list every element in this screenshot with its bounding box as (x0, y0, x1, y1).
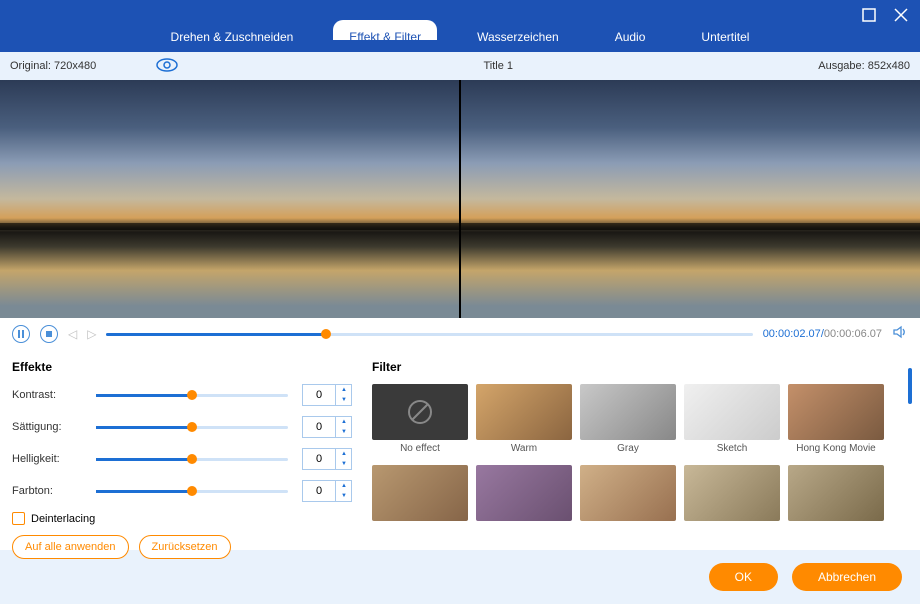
progress-knob[interactable] (321, 329, 331, 339)
filter-item[interactable] (684, 465, 780, 538)
playback-bar: ◁ ▷ 00:00:02.07/00:00:06.07 (0, 318, 920, 350)
lower-panel: Effekte Kontrast: ▲▼ Sättigung: ▲▼ Helli… (0, 350, 920, 550)
tab-watermark[interactable]: Wasserzeichen (461, 20, 575, 40)
hue-slider[interactable] (96, 490, 288, 493)
saturation-slider[interactable] (96, 426, 288, 429)
deinterlacing-checkbox[interactable] (12, 512, 25, 525)
brightness-slider[interactable] (96, 458, 288, 461)
tab-audio[interactable]: Audio (599, 20, 662, 40)
contrast-slider[interactable] (96, 394, 288, 397)
tab-rotate-crop[interactable]: Drehen & Zuschneiden (155, 20, 310, 40)
spinner-down-icon[interactable]: ▼ (336, 427, 352, 437)
effects-panel: Effekte Kontrast: ▲▼ Sättigung: ▲▼ Helli… (12, 360, 352, 540)
info-bar: Original: 720x480 Title 1 Ausgabe: 852x4… (0, 52, 920, 80)
stop-button[interactable] (40, 325, 58, 343)
spinner-up-icon[interactable]: ▲ (336, 481, 352, 491)
progress-fill (106, 333, 326, 336)
ok-button[interactable]: OK (709, 563, 778, 591)
apply-all-button[interactable]: Auf alle anwenden (12, 535, 129, 559)
preview-output (461, 80, 920, 318)
titlebar (0, 0, 920, 52)
spinner-down-icon[interactable]: ▼ (336, 459, 352, 469)
tab-effect-filter[interactable]: Effekt & Filter (333, 20, 437, 40)
filter-item[interactable] (476, 465, 572, 538)
video-title: Title 1 (178, 60, 818, 72)
contrast-label: Kontrast: (12, 389, 82, 401)
filter-no-effect[interactable]: No effect (372, 384, 468, 457)
filter-scrollbar[interactable] (908, 368, 912, 404)
cancel-button[interactable]: Abbrechen (792, 563, 902, 591)
tab-subtitle[interactable]: Untertitel (685, 20, 765, 40)
spinner-up-icon[interactable]: ▲ (336, 417, 352, 427)
hue-label: Farbton: (12, 485, 82, 497)
progress-track[interactable] (106, 333, 752, 336)
filter-item[interactable] (580, 465, 676, 538)
time-display: 00:00:02.07/00:00:06.07 (763, 328, 882, 340)
brightness-input[interactable]: ▲▼ (302, 448, 352, 470)
saturation-label: Sättigung: (12, 421, 82, 433)
pause-button[interactable] (12, 325, 30, 343)
spinner-down-icon[interactable]: ▼ (336, 395, 352, 405)
filter-panel: Filter No effect Warm Gray Sketch Hong K… (372, 360, 908, 540)
contrast-input[interactable]: ▲▼ (302, 384, 352, 406)
volume-icon[interactable] (892, 324, 908, 345)
filter-heading: Filter (372, 360, 908, 374)
filter-sketch[interactable]: Sketch (684, 384, 780, 457)
filter-item[interactable] (788, 465, 884, 538)
saturation-input[interactable]: ▲▼ (302, 416, 352, 438)
effects-heading: Effekte (12, 360, 352, 374)
original-label: Original: 720x480 (10, 60, 96, 72)
spinner-down-icon[interactable]: ▼ (336, 491, 352, 501)
close-icon[interactable] (894, 8, 908, 27)
preview-area (0, 80, 920, 318)
next-frame-button[interactable]: ▷ (87, 327, 96, 341)
filter-hong-kong-movie[interactable]: Hong Kong Movie (788, 384, 884, 457)
filter-warm[interactable]: Warm (476, 384, 572, 457)
maximize-icon[interactable] (862, 8, 876, 27)
prev-frame-button[interactable]: ◁ (68, 327, 77, 341)
hue-input[interactable]: ▲▼ (302, 480, 352, 502)
preview-original (0, 80, 459, 318)
compare-eye-icon[interactable] (156, 58, 178, 75)
reset-button[interactable]: Zurücksetzen (139, 535, 231, 559)
deinterlacing-label: Deinterlacing (31, 513, 95, 525)
output-label: Ausgabe: 852x480 (818, 60, 910, 72)
spinner-up-icon[interactable]: ▲ (336, 385, 352, 395)
filter-gray[interactable]: Gray (580, 384, 676, 457)
filter-item[interactable] (372, 465, 468, 538)
spinner-up-icon[interactable]: ▲ (336, 449, 352, 459)
brightness-label: Helligkeit: (12, 453, 82, 465)
